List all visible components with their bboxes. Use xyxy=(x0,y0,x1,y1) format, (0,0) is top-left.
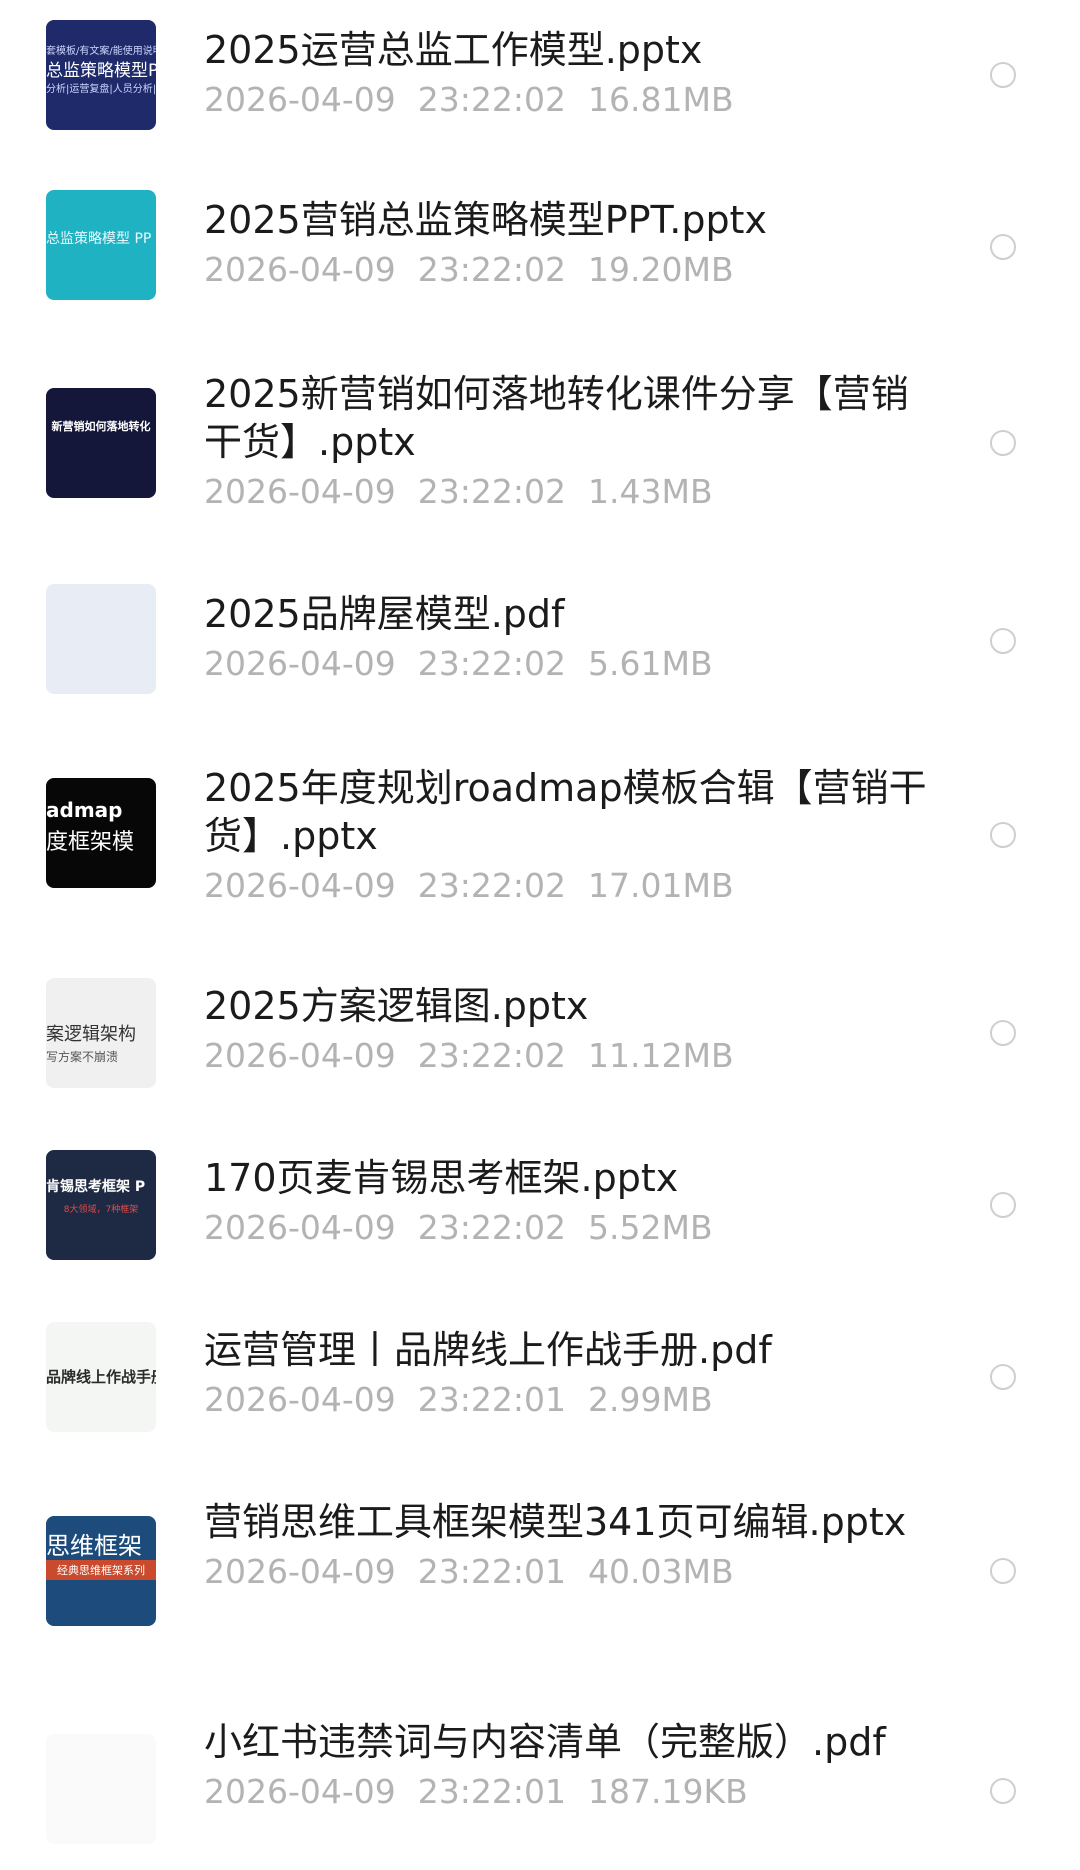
file-size: 11.12MB xyxy=(588,1036,734,1075)
thumbnail-text: 案逻辑架构 xyxy=(46,1024,136,1045)
thumbnail-text: 总监策略模型 PP xyxy=(46,231,152,247)
thumbnail-text: 经典思维框架系列 xyxy=(46,1560,156,1580)
file-name: 小红书违禁词与内容清单（完整版）.pdf xyxy=(204,1720,886,1764)
file-thumbnail xyxy=(46,584,156,694)
file-time: 23:22:01 xyxy=(417,1380,566,1419)
select-radio[interactable] xyxy=(990,62,1016,88)
file-name: 2025年度规划roadmap模板合辑【营销干货】.pptx xyxy=(204,766,927,858)
file-date: 2026-04-09 xyxy=(204,1036,396,1075)
file-info: 营销思维工具框架模型341页可编辑.pptx 2026-04-09 23:22:0… xyxy=(204,1498,944,1594)
file-thumbnail: 思维框架 经典思维框架系列 xyxy=(46,1516,156,1626)
file-thumbnail xyxy=(46,1734,156,1844)
thumbnail-text: 思维框架 xyxy=(46,1532,142,1560)
file-date: 2026-04-09 xyxy=(204,644,396,683)
file-meta: 2026-04-09 23:22:02 17.01MB xyxy=(204,864,944,908)
select-radio[interactable] xyxy=(990,234,1016,260)
file-info: 2025新营销如何落地转化课件分享【营销干货】.pptx 2026-04-09 2… xyxy=(204,370,944,514)
file-thumbnail: admap 度框架模 xyxy=(46,778,156,888)
thumbnail-text: 品牌线上作战手册 xyxy=(46,1368,156,1386)
file-info: 2025方案逻辑图.pptx 2026-04-09 23:22:02 11.12MB xyxy=(204,982,944,1078)
file-time: 23:22:01 xyxy=(417,1772,566,1811)
file-date: 2026-04-09 xyxy=(204,250,396,289)
file-date: 2026-04-09 xyxy=(204,1380,396,1419)
file-meta: 2026-04-09 23:22:02 1.43MB xyxy=(204,470,944,514)
file-meta: 2026-04-09 23:22:01 187.19KB xyxy=(204,1770,944,1814)
file-name: 营销思维工具框架模型341页可编辑.pptx xyxy=(204,1500,907,1544)
file-meta: 2026-04-09 23:22:02 5.52MB xyxy=(204,1206,944,1250)
select-radio[interactable] xyxy=(990,628,1016,654)
thumbnail-text: 写方案不崩溃 xyxy=(46,1050,119,1064)
file-size: 2.99MB xyxy=(588,1380,713,1419)
file-name: 2025方案逻辑图.pptx xyxy=(204,984,589,1028)
file-date: 2026-04-09 xyxy=(204,1552,396,1591)
file-time: 23:22:02 xyxy=(417,1208,566,1247)
file-info: 170页麦肯锡思考框架.pptx 2026-04-09 23:22:02 5.52M… xyxy=(204,1154,944,1250)
file-info: 2025品牌屋模型.pdf 2026-04-09 23:22:02 5.61MB xyxy=(204,590,944,686)
file-size: 5.52MB xyxy=(588,1208,713,1247)
thumbnail-text: admap xyxy=(46,798,123,822)
file-name: 2025品牌屋模型.pdf xyxy=(204,592,565,636)
file-info: 运营管理丨品牌线上作战手册.pdf 2026-04-09 23:22:01 2.99… xyxy=(204,1326,944,1422)
thumbnail-text: 套模板/有文案/能使用说明 xyxy=(46,46,156,57)
thumbnail-text: 8大领域，7种框架 xyxy=(63,1205,139,1215)
file-time: 23:22:02 xyxy=(417,80,566,119)
file-time: 23:22:02 xyxy=(417,644,566,683)
thumbnail-text: 分析|运营复盘|人员分析|绩 xyxy=(46,84,156,95)
file-meta: 2026-04-09 23:22:01 40.03MB xyxy=(204,1550,944,1594)
select-radio[interactable] xyxy=(990,1364,1016,1390)
file-time: 23:22:02 xyxy=(417,1036,566,1075)
file-info: 2025年度规划roadmap模板合辑【营销干货】.pptx 2026-04-0… xyxy=(204,764,944,908)
file-date: 2026-04-09 xyxy=(204,1772,396,1811)
file-meta: 2026-04-09 23:22:02 5.61MB xyxy=(204,642,944,686)
file-name: 2025新营销如何落地转化课件分享【营销干货】.pptx xyxy=(204,372,909,464)
file-date: 2026-04-09 xyxy=(204,1208,396,1247)
file-thumbnail: 案逻辑架构 写方案不崩溃 xyxy=(46,978,156,1088)
file-size: 19.20MB xyxy=(588,250,734,289)
file-thumbnail: 新营销如何落地转化 xyxy=(46,388,156,498)
file-size: 1.43MB xyxy=(588,472,713,511)
file-thumbnail: 套模板/有文案/能使用说明 总监策略模型PP 分析|运营复盘|人员分析|绩 xyxy=(46,20,156,130)
file-info: 小红书违禁词与内容清单（完整版）.pdf 2026-04-09 23:22:01 1… xyxy=(204,1718,944,1814)
file-date: 2026-04-09 xyxy=(204,80,396,119)
file-info: 2025运营总监工作模型.pptx 2026-04-09 23:22:02 16.8… xyxy=(204,26,944,122)
file-size: 5.61MB xyxy=(588,644,713,683)
file-meta: 2026-04-09 23:22:01 2.99MB xyxy=(204,1378,944,1422)
thumbnail-text: 肯锡思考框架 P xyxy=(46,1179,146,1195)
file-date: 2026-04-09 xyxy=(204,472,396,511)
file-meta: 2026-04-09 23:22:02 16.81MB xyxy=(204,78,944,122)
file-name: 170页麦肯锡思考框架.pptx xyxy=(204,1156,679,1200)
file-meta: 2026-04-09 23:22:02 19.20MB xyxy=(204,248,944,292)
file-thumbnail: 品牌线上作战手册 xyxy=(46,1322,156,1432)
thumbnail-text: 新营销如何落地转化 xyxy=(51,420,151,433)
file-list: 套模板/有文案/能使用说明 总监策略模型PP 分析|运营复盘|人员分析|绩 20… xyxy=(0,0,1080,1870)
select-radio[interactable] xyxy=(990,1558,1016,1584)
file-name: 2025营销总监策略模型PPT.pptx xyxy=(204,198,767,242)
select-radio[interactable] xyxy=(990,1778,1016,1804)
select-radio[interactable] xyxy=(990,1192,1016,1218)
file-meta: 2026-04-09 23:22:02 11.12MB xyxy=(204,1034,944,1078)
file-size: 187.19KB xyxy=(588,1772,748,1811)
thumbnail-text: 总监策略模型PP xyxy=(46,61,156,81)
file-time: 23:22:02 xyxy=(417,250,566,289)
file-thumbnail: 肯锡思考框架 P 8大领域，7种框架 xyxy=(46,1150,156,1260)
file-time: 23:22:02 xyxy=(417,866,566,905)
file-time: 23:22:02 xyxy=(417,472,566,511)
thumbnail-text: 度框架模 xyxy=(46,830,135,855)
file-name: 2025运营总监工作模型.pptx xyxy=(204,28,703,72)
file-size: 40.03MB xyxy=(588,1552,734,1591)
file-size: 16.81MB xyxy=(588,80,734,119)
file-thumbnail: 总监策略模型 PP xyxy=(46,190,156,300)
file-name: 运营管理丨品牌线上作战手册.pdf xyxy=(204,1328,772,1372)
select-radio[interactable] xyxy=(990,430,1016,456)
file-date: 2026-04-09 xyxy=(204,866,396,905)
file-size: 17.01MB xyxy=(588,866,734,905)
file-time: 23:22:01 xyxy=(417,1552,566,1591)
file-info: 2025营销总监策略模型PPT.pptx 2026-04-09 23:22:02 1… xyxy=(204,196,944,292)
select-radio[interactable] xyxy=(990,1020,1016,1046)
select-radio[interactable] xyxy=(990,822,1016,848)
